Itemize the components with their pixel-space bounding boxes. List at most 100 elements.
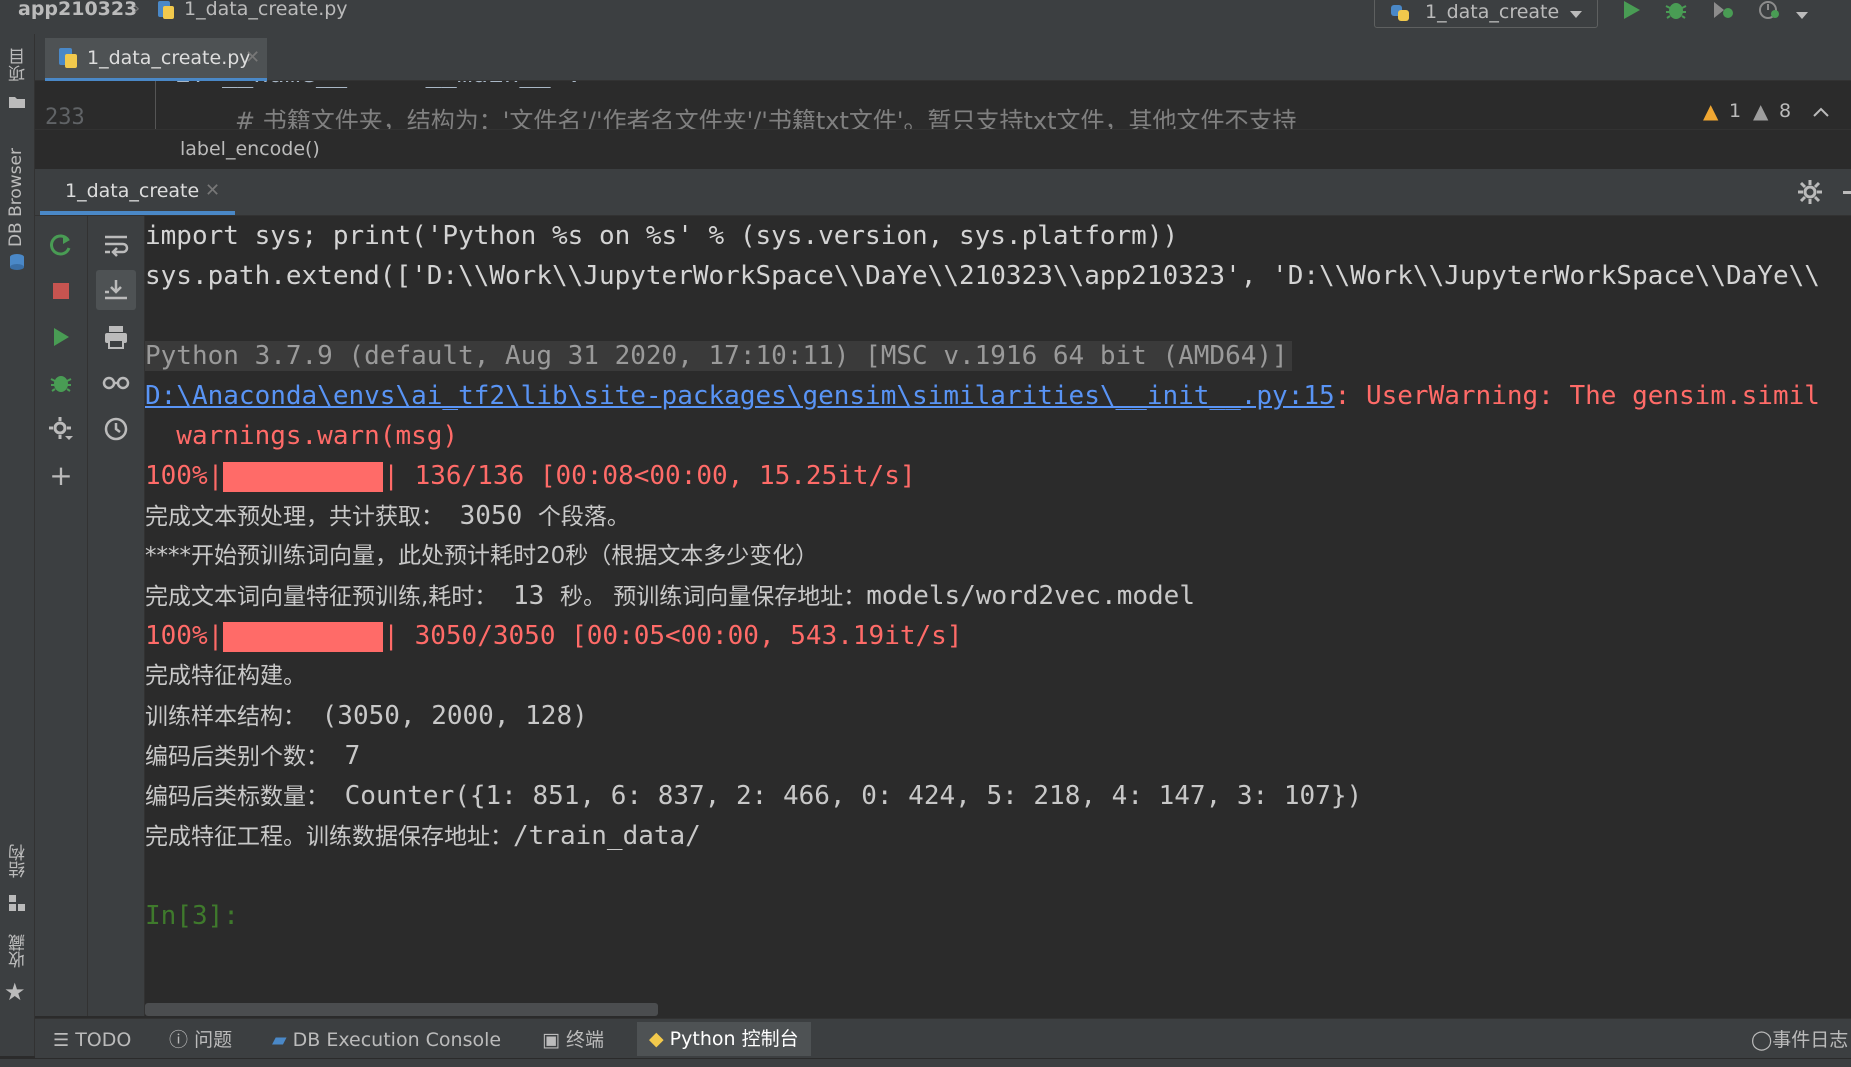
soft-wrap-icon[interactable] — [101, 230, 131, 260]
event-log-icon: ◯ — [1751, 1029, 1773, 1051]
folder-icon — [8, 94, 26, 113]
chevron-up-icon[interactable] — [1813, 103, 1829, 122]
sample-shape: (3050, 2000, 128) — [306, 701, 588, 731]
output-line: 完成特征构建。 — [145, 663, 306, 689]
navigation-bar: app210323 › 1_data_create.py 1_data_crea… — [0, 0, 1851, 35]
console-tab-label: 1_data_create — [65, 180, 200, 202]
editor-breadcrumb[interactable]: label_encode() — [180, 138, 320, 160]
terminal-tab[interactable]: ▣ 终端 — [542, 1026, 604, 1054]
editor-tab-1-data-create[interactable]: 1_data_create.py ✕ — [45, 38, 267, 81]
gear-icon[interactable] — [1797, 179, 1823, 209]
output-line: ****开始预训练词向量，此处预计耗时20秒（根据文本多少变化） — [145, 543, 819, 569]
python-icon: ◆ — [649, 1028, 664, 1050]
python-icon — [1389, 3, 1413, 27]
execute-icon[interactable] — [46, 322, 76, 352]
chevron-down-icon — [1569, 5, 1583, 24]
editor-code-line-partial: if __name__ == '__main__': — [175, 81, 582, 89]
bottom-tool-bar: ☰ TODO ⓘ 问题 ▰ DB Execution Console ▣ 终端 … — [35, 1018, 1851, 1059]
star-icon: ★ — [4, 978, 26, 1006]
problems-tab[interactable]: ⓘ 问题 — [169, 1026, 232, 1054]
problems-tab-label: 问题 — [194, 1029, 233, 1051]
print-icon[interactable] — [101, 322, 131, 352]
python-console-header: 1_data_create ✕ — [35, 169, 1851, 216]
python-console-tab[interactable]: ◆ Python 控制台 — [637, 1022, 811, 1056]
todo-tab-label: TODO — [75, 1029, 132, 1051]
output-line: 编码后类别个数： 7 — [145, 736, 360, 776]
output-text: 编码后类别个数： — [145, 744, 329, 770]
editor-breadcrumb-bar: label_encode() — [35, 129, 1851, 170]
output-text: 完成文本预处理，共计获取： — [145, 504, 444, 530]
list-icon: ☰ — [53, 1030, 70, 1051]
database-icon — [7, 252, 27, 276]
output-text: 个段落。 — [537, 504, 630, 530]
debug-icon[interactable] — [46, 368, 76, 398]
breadcrumb-file[interactable]: 1_data_create.py — [184, 0, 348, 22]
info-icon: ⓘ — [169, 1029, 189, 1051]
code-editor[interactable]: if __name__ == '__main__': 233 # 书籍文件夹，结… — [35, 81, 1851, 129]
console-prompt[interactable]: In[3]: — [145, 896, 239, 936]
favorites-tool-button[interactable]: 收藏 — [6, 934, 31, 968]
elapsed-seconds: 13 — [497, 581, 560, 611]
progress-stats: | 136/136 [00:08<00:00, 15.25it/s] — [383, 461, 916, 491]
structure-tool-button[interactable]: 结构 — [6, 844, 31, 878]
todo-tab[interactable]: ☰ TODO — [53, 1026, 131, 1054]
output-text: 完成文本词向量特征预训练,耗时： — [145, 584, 498, 610]
scroll-to-end-icon[interactable] — [96, 270, 136, 310]
warning-icon[interactable]: ▲ — [1703, 99, 1718, 123]
run-icon[interactable] — [1620, 0, 1642, 26]
python-version-banner: Python 3.7.9 (default, Aug 31 2020, 17:1… — [145, 336, 1292, 376]
progress-bar-fill — [223, 621, 384, 652]
minimize-icon[interactable] — [1843, 191, 1851, 194]
event-log-tab[interactable]: ◯事件日志 — [1751, 1026, 1851, 1054]
console-toolbar-secondary — [88, 216, 145, 1016]
warning-call-line: warnings.warn(msg) — [145, 421, 459, 451]
output-line: 完成文本词向量特征预训练,耗时： 13 秒。 预训练词向量保存地址：models… — [145, 576, 1195, 616]
progress-percent: 100%| — [145, 621, 224, 651]
chevron-right-icon: › — [133, 0, 141, 19]
close-icon[interactable]: ✕ — [245, 47, 260, 68]
debug-icon[interactable] — [1664, 0, 1688, 26]
stop-icon[interactable] — [46, 276, 76, 306]
db-browser-tool-button[interactable]: DB Browser — [6, 148, 26, 247]
console-toolbar-primary: + — [35, 216, 88, 1016]
python-file-icon — [156, 0, 176, 20]
line-number: 233 — [45, 105, 85, 129]
output-text: 秒。 预训练词向量保存地址： — [559, 584, 867, 610]
project-tool-button[interactable]: 项目 — [6, 48, 31, 82]
run-configuration-select[interactable]: 1_data_create — [1374, 0, 1598, 28]
progress-line: 100%| | 3050/3050 [00:05<00:00, 543.19it/… — [145, 616, 962, 656]
rerun-icon[interactable] — [46, 230, 76, 260]
console-input-line: import sys; print('Python %s on %s' % (s… — [145, 221, 1179, 251]
coverage-icon[interactable] — [1710, 0, 1736, 26]
paragraph-count: 3050 — [444, 501, 538, 531]
profile-icon[interactable] — [1756, 0, 1782, 26]
db-execution-console-tab[interactable]: ▰ DB Execution Console — [272, 1026, 501, 1054]
show-variables-icon[interactable] — [101, 368, 131, 398]
output-line: 完成文本预处理，共计获取： 3050 个段落。 — [145, 496, 630, 536]
settings-icon[interactable] — [46, 414, 76, 444]
warning-count: 1 — [1729, 100, 1742, 122]
history-icon[interactable] — [101, 414, 131, 444]
close-icon[interactable]: ✕ — [205, 180, 220, 201]
progress-stats: | 3050/3050 [00:05<00:00, 543.19it/s] — [383, 621, 963, 651]
warning-source-link[interactable]: D:\Anaconda\envs\ai_tf2\lib\site-package… — [145, 381, 1335, 411]
progress-percent: 100%| — [145, 461, 224, 491]
console-tab-1-data-create[interactable]: 1_data_create ✕ — [40, 169, 235, 215]
left-tool-strip: 项目 DB Browser 结构 收藏 ★ — [0, 34, 35, 1056]
more-run-options-icon[interactable] — [1795, 6, 1809, 25]
terminal-tab-label: 终端 — [566, 1029, 605, 1051]
editor-tab-label: 1_data_create.py — [87, 47, 251, 69]
label-counter: Counter({1: 851, 6: 837, 2: 466, 0: 424,… — [329, 781, 1363, 811]
progress-line: 100%| | 136/136 [00:08<00:00, 15.25it/s] — [145, 456, 916, 496]
horizontal-scrollbar[interactable] — [145, 1003, 658, 1016]
terminal-icon: ▣ — [542, 1029, 560, 1051]
breadcrumb-project[interactable]: app210323 — [18, 0, 137, 22]
output-text: 完成特征工程。训练数据保存地址： — [145, 824, 513, 850]
output-line: 编码后类标数量： Counter({1: 851, 6: 837, 2: 466… — [145, 776, 1362, 816]
progress-bar-fill — [223, 461, 384, 492]
console-output[interactable]: import sys; print('Python %s on %s' % (s… — [145, 216, 1851, 1016]
train-data-path: /train_data/ — [513, 821, 701, 851]
weak-warning-icon[interactable]: ▲ — [1753, 99, 1768, 123]
new-console-icon[interactable]: + — [46, 459, 76, 492]
gutter-separator — [155, 81, 156, 129]
